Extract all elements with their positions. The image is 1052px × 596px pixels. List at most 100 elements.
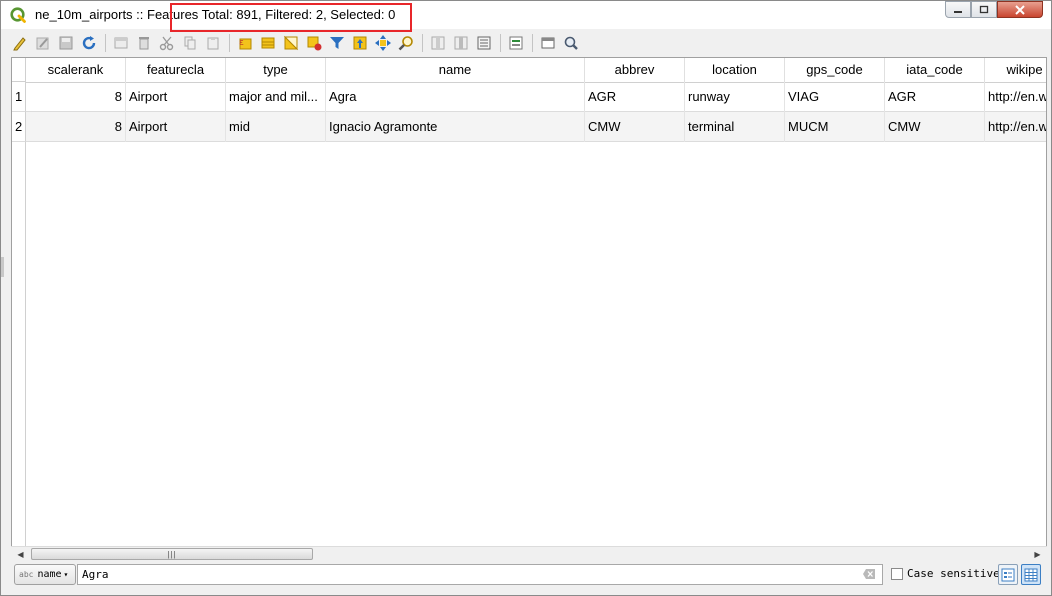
form-view-button[interactable]	[998, 564, 1018, 585]
svg-text:ε: ε	[239, 38, 244, 48]
field-calculator-icon	[477, 36, 491, 50]
filter-field-name: name	[37, 569, 62, 580]
column-header-gps-code[interactable]: gps_code	[785, 58, 885, 82]
table-row[interactable]: 8 Airport mid Ignacio Agramonte CMW term…	[26, 112, 1046, 142]
delete-field-button[interactable]	[450, 32, 472, 54]
row-header[interactable]: 2	[12, 112, 26, 142]
cell-wikipedia[interactable]: http://en.w	[985, 82, 1046, 112]
zoom-to-selection-button[interactable]	[395, 32, 417, 54]
cell-type[interactable]: mid	[226, 112, 326, 142]
filter-select-button[interactable]	[326, 32, 348, 54]
table-corner[interactable]	[12, 58, 26, 82]
row-headers: 1 2	[12, 82, 26, 142]
cell-location[interactable]: terminal	[685, 112, 785, 142]
select-all-button[interactable]	[257, 32, 279, 54]
attribute-table[interactable]: scalerank featurecla type name abbrev lo…	[11, 57, 1047, 547]
dock-edge-handle[interactable]	[1, 257, 4, 277]
save-edits-button[interactable]	[55, 32, 77, 54]
cell-abbrev[interactable]: AGR	[585, 82, 685, 112]
minimize-icon	[954, 10, 962, 13]
row-header[interactable]: 1	[12, 82, 26, 112]
close-button[interactable]	[997, 1, 1043, 18]
cell-scalerank[interactable]: 8	[26, 112, 126, 142]
window-title: ne_10m_airports :: Features Total: 891, …	[35, 7, 396, 22]
filter-funnel-icon	[330, 37, 344, 49]
cell-type[interactable]: major and mil...	[226, 82, 326, 112]
row-header-gutter	[12, 142, 26, 546]
cut-icon	[159, 36, 174, 51]
cell-wikipedia[interactable]: http://en.w	[985, 112, 1046, 142]
invert-selection-button[interactable]	[280, 32, 302, 54]
column-header-abbrev[interactable]: abbrev	[585, 58, 685, 82]
conditional-format-button[interactable]	[505, 32, 527, 54]
cell-gps-code[interactable]: VIAG	[785, 82, 885, 112]
toolbar-separator	[229, 34, 230, 52]
qgis-logo-icon	[10, 7, 26, 23]
cell-scalerank[interactable]: 8	[26, 82, 126, 112]
column-header-iata-code[interactable]: iata_code	[885, 58, 985, 82]
cell-iata-code[interactable]: CMW	[885, 112, 985, 142]
delete-feature-button[interactable]	[133, 32, 155, 54]
column-header-featurecla[interactable]: featurecla	[126, 58, 226, 82]
table-row[interactable]: 8 Airport major and mil... Agra AGR runw…	[26, 82, 1046, 112]
column-header-wikipedia[interactable]: wikipe	[985, 58, 1046, 82]
clear-input-icon[interactable]	[863, 569, 875, 579]
delete-feature-icon	[139, 37, 149, 50]
table-view-button[interactable]	[1021, 564, 1041, 585]
text-field-type-icon: abc	[19, 570, 34, 579]
reload-button[interactable]	[78, 32, 100, 54]
reload-icon	[82, 36, 96, 50]
dock-button[interactable]	[537, 32, 559, 54]
cell-location[interactable]: runway	[685, 82, 785, 112]
filter-search-input[interactable]	[77, 564, 883, 585]
paste-button[interactable]	[202, 32, 224, 54]
multi-edit-button[interactable]	[32, 32, 54, 54]
window-controls	[945, 1, 1043, 21]
scroll-left-arrow-icon[interactable]: ◀	[13, 547, 28, 562]
form-view-icon	[1001, 568, 1015, 581]
scroll-right-arrow-icon[interactable]: ▶	[1030, 547, 1045, 562]
add-feature-button[interactable]	[110, 32, 132, 54]
pan-to-selection-button[interactable]	[372, 32, 394, 54]
field-calculator-button[interactable]	[473, 32, 495, 54]
toolbar-separator	[500, 34, 501, 52]
select-by-expression-button[interactable]: ε	[234, 32, 256, 54]
toolbar-separator	[422, 34, 423, 52]
toggle-edit-button[interactable]	[9, 32, 31, 54]
column-header-location[interactable]: location	[685, 58, 785, 82]
cell-name[interactable]: Ignacio Agramonte	[326, 112, 585, 142]
paste-icon	[207, 37, 219, 50]
cell-featurecla[interactable]: Airport	[126, 112, 226, 142]
cell-gps-code[interactable]: MUCM	[785, 112, 885, 142]
column-header-type[interactable]: type	[226, 58, 326, 82]
column-header-scalerank[interactable]: scalerank	[26, 58, 126, 82]
cell-iata-code[interactable]: AGR	[885, 82, 985, 112]
toolbar-separator	[532, 34, 533, 52]
filter-bar: abcname▾ Case sensitive	[11, 563, 1047, 587]
table-header: scalerank featurecla type name abbrev lo…	[26, 58, 1046, 83]
filter-field-selector[interactable]: abc name ▾	[14, 564, 76, 585]
scrollbar-thumb[interactable]: |||	[31, 548, 313, 560]
actions-button[interactable]	[560, 32, 582, 54]
table-body: 8 Airport major and mil... Agra AGR runw…	[26, 82, 1046, 142]
copy-button[interactable]	[179, 32, 201, 54]
new-field-icon	[431, 36, 445, 50]
column-header-name[interactable]: name	[326, 58, 585, 82]
horizontal-scrollbar[interactable]: ◀ ||| ▶	[11, 546, 1047, 561]
cell-name[interactable]: Agra	[326, 82, 585, 112]
minimize-button[interactable]	[945, 1, 971, 18]
conditional-format-icon	[509, 36, 523, 50]
attribute-toolbar: ε	[9, 31, 1049, 55]
deselect-button[interactable]	[303, 32, 325, 54]
move-selection-top-icon	[353, 36, 367, 50]
cell-abbrev[interactable]: CMW	[585, 112, 685, 142]
case-sensitive-checkbox[interactable]	[891, 568, 903, 580]
cut-button[interactable]	[156, 32, 178, 54]
select-all-icon	[261, 37, 275, 49]
maximize-button[interactable]	[971, 1, 997, 18]
cell-featurecla[interactable]: Airport	[126, 82, 226, 112]
restore-icon	[979, 5, 989, 14]
chevron-down-icon: ▾	[63, 570, 69, 579]
new-field-button[interactable]	[427, 32, 449, 54]
move-selection-top-button[interactable]	[349, 32, 371, 54]
